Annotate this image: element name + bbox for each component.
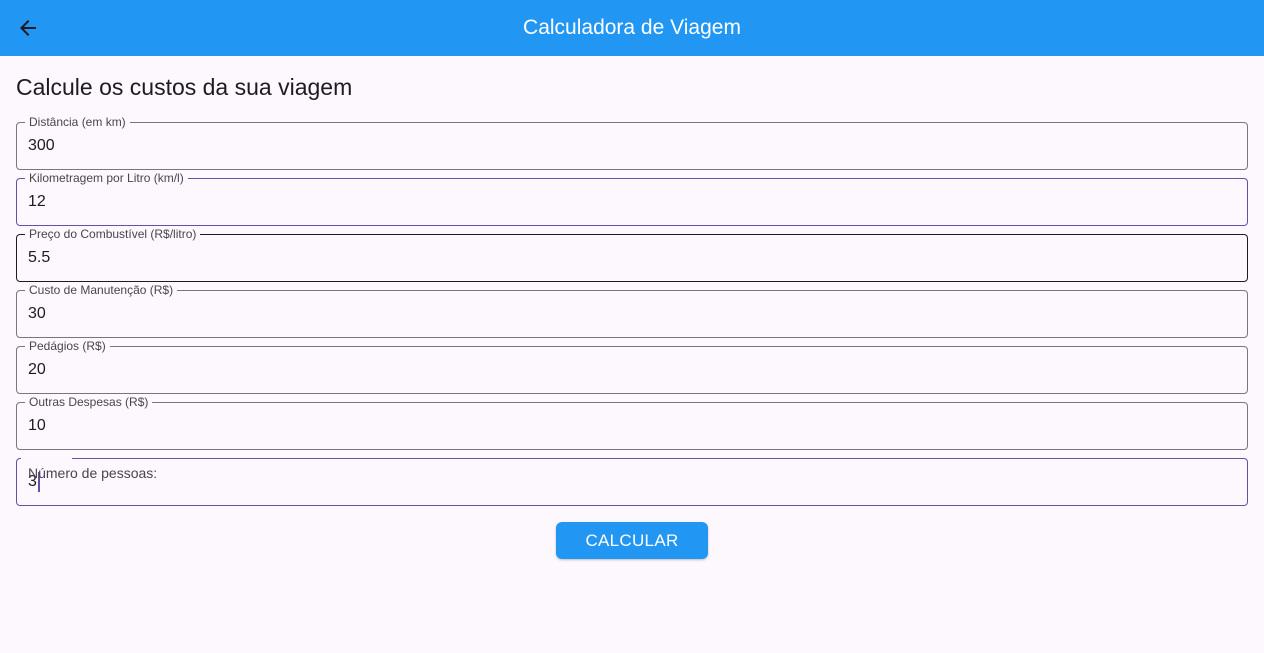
people-count-label: Número de pessoas:: [28, 465, 158, 481]
other-expenses-label: Outras Despesas (R$): [25, 395, 153, 409]
calculate-button[interactable]: CALCULAR: [556, 522, 708, 559]
tolls-field[interactable]: Pedágios (R$) 20: [16, 339, 1248, 394]
distance-value[interactable]: 300: [28, 136, 55, 156]
fuel-price-field[interactable]: Preço do Combustível (R$/litro) 5.5: [16, 227, 1248, 282]
maintenance-cost-value[interactable]: 30: [28, 304, 46, 324]
back-button[interactable]: [8, 8, 48, 48]
app-title: Calculadora de Viagem: [523, 16, 741, 39]
people-count-field[interactable]: 3 Número de pessoas:: [16, 457, 1248, 506]
arrow-back-icon: [20, 20, 36, 36]
maintenance-cost-field[interactable]: Custo de Manutenção (R$) 30: [16, 283, 1248, 338]
fuel-price-label: Preço do Combustível (R$/litro): [25, 227, 201, 241]
km-per-liter-label: Kilometragem por Litro (km/l): [25, 171, 188, 185]
distance-label: Distância (em km): [25, 115, 130, 129]
distance-field[interactable]: Distância (em km) 300: [16, 115, 1248, 170]
app-bar: Calculadora de Viagem: [0, 0, 1264, 56]
km-per-liter-field[interactable]: Kilometragem por Litro (km/l) 12: [16, 171, 1248, 226]
tolls-label: Pedágios (R$): [25, 339, 110, 353]
km-per-liter-value[interactable]: 12: [28, 192, 46, 212]
other-expenses-field[interactable]: Outras Despesas (R$) 10: [16, 395, 1248, 450]
maintenance-cost-label: Custo de Manutenção (R$): [25, 283, 178, 297]
field-notch: [21, 457, 72, 461]
fuel-price-value[interactable]: 5.5: [28, 248, 50, 268]
tolls-value[interactable]: 20: [28, 360, 46, 380]
other-expenses-value[interactable]: 10: [28, 416, 46, 436]
page-heading: Calcule os custos da sua viagem: [16, 74, 353, 100]
